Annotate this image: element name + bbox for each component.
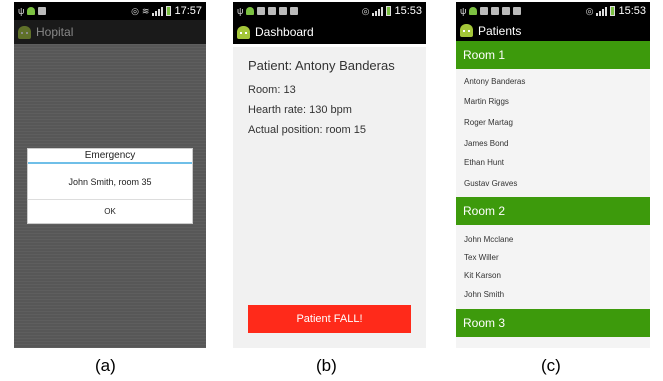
patient-item[interactable]: Kit Karson bbox=[464, 271, 501, 280]
status-bar: ψ ◎ ≋ 17:57 bbox=[14, 2, 206, 20]
phone-screen-dashboard: ψ ◎ 15:53 Dashboard Patient: Antony Band… bbox=[233, 2, 426, 348]
dashboard-content: Patient: Antony Banderas Room: 13 Hearth… bbox=[233, 47, 426, 348]
patient-item[interactable]: Antony Banderas bbox=[464, 77, 525, 86]
room-header-3[interactable]: Room 3 bbox=[456, 309, 650, 337]
usb-icon: ψ bbox=[237, 6, 244, 16]
patient-room: Room: 13 bbox=[248, 84, 296, 96]
patients-list: Room 1 Antony Banderas Martin Riggs Roge… bbox=[456, 41, 650, 348]
status-bar: ψ ◎ 15:53 bbox=[233, 2, 426, 20]
phone-screen-emergency: ψ ◎ ≋ 17:57 Hopital Emergency John Smith… bbox=[14, 2, 206, 348]
signal-icon bbox=[372, 6, 384, 16]
action-bar: Hopital bbox=[14, 20, 206, 44]
status-bar: ψ ◎ 15:53 bbox=[456, 2, 650, 20]
eye-icon: ◎ bbox=[131, 5, 139, 16]
image-notification-icon bbox=[268, 7, 277, 15]
signal-icon bbox=[152, 6, 164, 16]
status-time: 17:57 bbox=[174, 5, 202, 17]
patient-item[interactable]: James Bond bbox=[464, 139, 508, 148]
patient-item[interactable]: Roger Martag bbox=[464, 118, 513, 127]
patient-item[interactable]: John Mcclane bbox=[464, 235, 513, 244]
ok-button[interactable]: OK bbox=[28, 200, 192, 224]
signal-icon bbox=[596, 6, 608, 16]
status-time: 15:53 bbox=[394, 5, 422, 17]
room-header-2[interactable]: Room 2 bbox=[456, 197, 650, 225]
caption-b: (b) bbox=[316, 356, 337, 375]
video-notification-icon bbox=[513, 7, 522, 15]
document-notification-icon bbox=[480, 7, 489, 15]
emergency-dialog: Emergency John Smith, room 35 OK bbox=[27, 148, 193, 224]
actual-position: Actual position: room 15 bbox=[248, 124, 367, 136]
app-title: Dashboard bbox=[255, 25, 314, 39]
eye-icon: ◎ bbox=[585, 5, 594, 16]
action-bar: Dashboard bbox=[233, 20, 426, 44]
eye-icon: ◎ bbox=[361, 5, 370, 16]
android-app-icon bbox=[460, 24, 473, 37]
app-title: Hopital bbox=[36, 25, 74, 39]
dialog-message: John Smith, room 35 bbox=[28, 164, 192, 200]
patient-item[interactable]: Ethan Hunt bbox=[464, 158, 504, 167]
caption-c: (c) bbox=[541, 356, 561, 375]
video-notification-icon bbox=[290, 7, 299, 15]
android-app-icon bbox=[18, 25, 31, 39]
check-notification-icon bbox=[502, 7, 511, 15]
patient-item[interactable]: Gustav Graves bbox=[464, 179, 517, 188]
battery-icon bbox=[386, 6, 392, 16]
battery-icon bbox=[166, 6, 172, 16]
app-title: Patients bbox=[478, 23, 522, 38]
patient-item[interactable]: Tex Willer bbox=[464, 253, 499, 262]
android-notification-icon bbox=[246, 7, 255, 15]
patient-fall-button[interactable]: Patient FALL! bbox=[248, 305, 411, 333]
battery-icon bbox=[610, 6, 616, 16]
usb-icon: ψ bbox=[460, 6, 467, 16]
patient-item[interactable]: Martin Riggs bbox=[464, 97, 509, 106]
usb-icon: ψ bbox=[18, 6, 25, 16]
android-app-icon bbox=[237, 25, 250, 39]
wifi-icon: ≋ bbox=[141, 5, 150, 16]
image-notification-icon bbox=[491, 7, 500, 15]
android-notification-icon bbox=[469, 7, 478, 15]
phone-screen-patients: ψ ◎ 15:53 Patients Room 1 Antony Bandera… bbox=[456, 2, 650, 348]
dialog-title: Emergency bbox=[28, 149, 192, 164]
check-notification-icon bbox=[279, 7, 288, 15]
patient-name: Patient: Antony Banderas bbox=[248, 58, 395, 73]
patient-item[interactable]: John Smith bbox=[464, 290, 504, 299]
status-time: 15:53 bbox=[618, 5, 646, 17]
action-bar: Patients bbox=[456, 20, 650, 41]
room-header-1[interactable]: Room 1 bbox=[456, 41, 650, 69]
caption-a: (a) bbox=[95, 356, 116, 375]
document-notification-icon bbox=[257, 7, 266, 15]
heart-rate: Hearth rate: 130 bpm bbox=[248, 104, 352, 116]
android-notification-icon bbox=[27, 7, 36, 15]
document-notification-icon bbox=[38, 7, 47, 15]
